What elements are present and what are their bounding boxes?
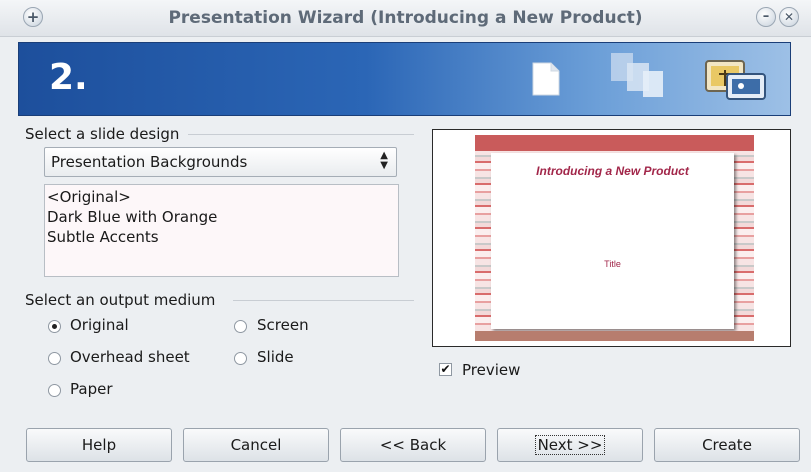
radio-slide-label[interactable]: Slide	[257, 348, 294, 366]
slide-preview: Introducing a New Product Title	[475, 135, 754, 341]
back-button[interactable]: << Back	[340, 428, 486, 462]
cancel-button-label: Cancel	[230, 436, 282, 454]
radio-overhead-sheet[interactable]	[48, 352, 61, 365]
design-category-value: Presentation Backgrounds	[51, 153, 248, 171]
window-title: Presentation Wizard (Introducing a New P…	[168, 8, 643, 28]
back-button-label: << Back	[379, 436, 447, 454]
title-bar: + Presentation Wizard (Introducing a New…	[0, 0, 811, 37]
list-item[interactable]: <Original>	[47, 188, 131, 206]
radio-overhead-sheet-label[interactable]: Overhead sheet	[70, 348, 190, 366]
list-item[interactable]: Dark Blue with Orange	[47, 208, 217, 226]
image-icon	[705, 60, 766, 100]
group-divider	[233, 300, 414, 301]
radio-paper[interactable]	[48, 384, 61, 397]
slide-design-label: Select a slide design	[25, 125, 180, 143]
create-button[interactable]: Create	[654, 428, 800, 462]
slide-top-band	[475, 135, 754, 151]
design-list[interactable]: <Original> Dark Blue with Orange Subtle …	[44, 184, 399, 277]
next-button[interactable]: Next >>	[497, 428, 643, 462]
template-pages-icon	[611, 53, 663, 97]
group-divider	[188, 134, 414, 135]
radio-original[interactable]	[48, 320, 61, 333]
help-button-label: Help	[81, 436, 117, 454]
preview-checkbox-label[interactable]: Preview	[462, 361, 520, 379]
list-item[interactable]: Subtle Accents	[47, 228, 159, 246]
minimize-icon[interactable]: –	[756, 7, 776, 27]
slide-content-area: Introducing a New Product Title	[491, 153, 734, 329]
radio-slide[interactable]	[234, 352, 247, 365]
preview-checkbox[interactable]: ✔	[439, 363, 452, 376]
close-icon[interactable]: ✕	[779, 7, 799, 27]
radio-screen[interactable]	[234, 320, 247, 333]
create-button-label: Create	[702, 436, 752, 454]
design-category-select[interactable]: Presentation Backgrounds ▲ ▼	[44, 147, 397, 177]
slide-title: Introducing a New Product	[536, 164, 689, 178]
radio-screen-label[interactable]: Screen	[257, 316, 309, 334]
radio-original-label[interactable]: Original	[70, 316, 129, 334]
wizard-banner: 2.	[18, 42, 791, 116]
next-button-label: Next >>	[534, 435, 606, 455]
step-number: 2.	[49, 57, 88, 98]
help-button[interactable]: Help	[26, 428, 172, 462]
preview-frame: Introducing a New Product Title	[432, 129, 791, 347]
slide-subtitle: Title	[604, 259, 621, 269]
radio-paper-label[interactable]: Paper	[70, 380, 112, 398]
updown-icon: ▲ ▼	[380, 150, 388, 171]
slide-bottom-band	[475, 331, 754, 341]
cancel-button[interactable]: Cancel	[183, 428, 329, 462]
output-medium-label: Select an output medium	[25, 291, 216, 309]
blank-page-icon	[532, 62, 560, 96]
